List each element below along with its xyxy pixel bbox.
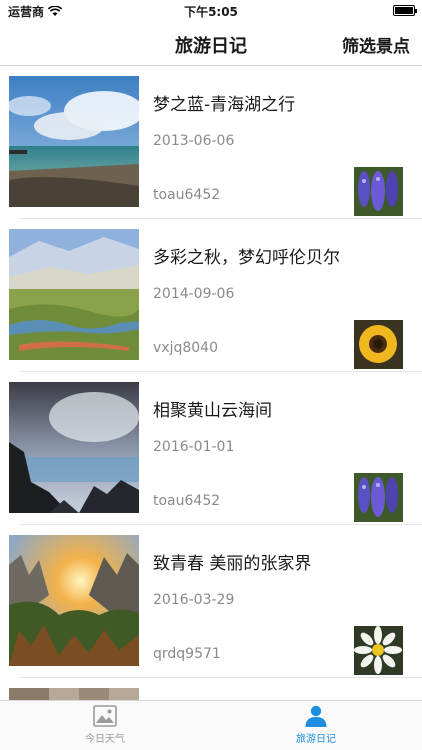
diary-author: qrdq9571 [153, 646, 221, 662]
person-icon [305, 705, 327, 727]
diary-row[interactable]: 梦之蓝-青海湖之行 2013-06-06 toau6452 [0, 66, 422, 219]
tab-today-weather[interactable]: 今日天气 [45, 705, 165, 745]
tab-travel-diary[interactable]: 旅游日记 [256, 705, 376, 745]
diary-author: toau6452 [153, 493, 221, 509]
diary-title: 相聚黄山云海间 [153, 401, 272, 421]
diary-title: 多彩之秋，梦幻呼伦贝尔 [153, 248, 340, 268]
diary-row[interactable]: 多彩之秋，梦幻呼伦贝尔 2014-09-06 vxjq8040 [0, 219, 422, 372]
diary-row-partial[interactable] [0, 678, 422, 700]
navigation-bar: 旅游日记 筛选景点 [0, 22, 422, 66]
tab-label: 今日天气 [85, 734, 125, 745]
diary-list[interactable]: 梦之蓝-青海湖之行 2013-06-06 toau6452 多彩之秋，梦幻呼伦贝… [0, 66, 422, 700]
diary-date: 2014-09-06 [153, 286, 235, 302]
purple-flowers-avatar [354, 167, 403, 216]
tab-bar: 今日天气 旅游日记 [0, 700, 422, 750]
diary-date: 2016-03-29 [153, 592, 235, 608]
sunrise-peaks-photo [9, 535, 139, 666]
tab-label: 旅游日记 [296, 734, 336, 745]
sunflower-avatar [354, 320, 403, 369]
purple-flowers-avatar [354, 473, 403, 522]
diary-title: 梦之蓝-青海湖之行 [153, 95, 296, 115]
battery-icon [393, 5, 417, 16]
filter-spots-button[interactable]: 筛选景点 [342, 32, 410, 57]
diary-row[interactable]: 相聚黄山云海间 2016-01-01 toau6452 [0, 372, 422, 525]
partial-photo [9, 688, 139, 700]
diary-date: 2016-01-01 [153, 439, 235, 455]
lake-landscape-photo [9, 76, 139, 207]
diary-author: vxjq8040 [153, 340, 218, 356]
mountain-clouds-photo [9, 382, 139, 513]
diary-row[interactable]: 致青春 美丽的张家界 2016-03-29 qrdq9571 [0, 525, 422, 678]
daisy-avatar [354, 626, 403, 675]
status-bar: 运营商 下午5:05 [0, 0, 422, 22]
diary-author: toau6452 [153, 187, 221, 203]
diary-title: 致青春 美丽的张家界 [153, 554, 312, 574]
grassland-river-photo [9, 229, 139, 360]
image-icon [93, 705, 117, 727]
diary-date: 2013-06-06 [153, 133, 235, 149]
status-time: 下午5:05 [184, 5, 238, 19]
